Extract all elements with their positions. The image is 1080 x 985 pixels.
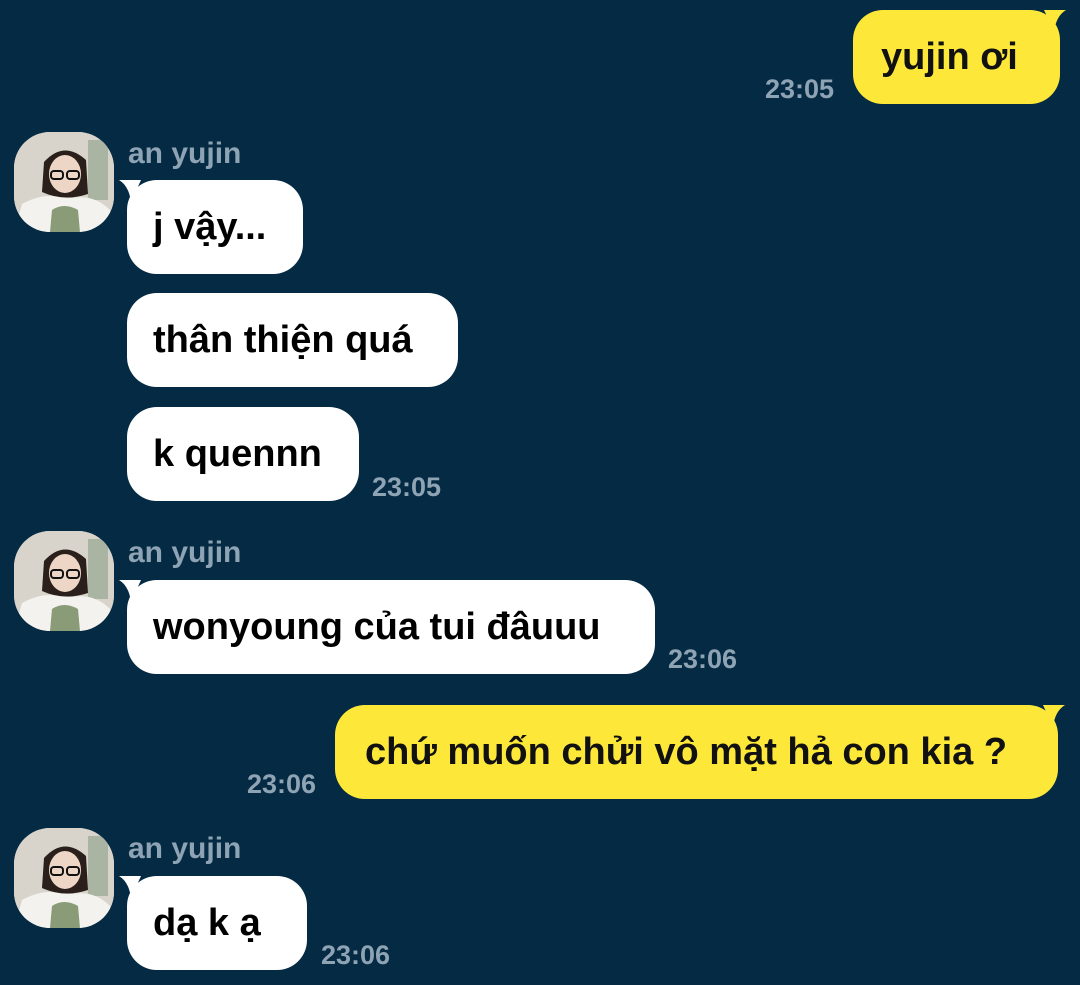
message-text: j vậy... xyxy=(153,206,267,248)
message-text: chứ muốn chửi vô mặt hả con kia ? xyxy=(365,731,1008,773)
message-text: yujin ơi xyxy=(881,36,1018,78)
profile-photo-icon xyxy=(14,531,114,631)
incoming-message-bubble[interactable]: dạ k ạ xyxy=(127,876,307,970)
avatar[interactable] xyxy=(14,531,114,631)
sender-name: an yujin xyxy=(128,536,242,569)
message-time: 23:06 xyxy=(668,644,738,674)
message-time: 23:06 xyxy=(247,769,317,799)
incoming-message-bubble[interactable]: j vậy... xyxy=(127,180,303,274)
bubble-tail-icon xyxy=(119,876,141,898)
avatar[interactable] xyxy=(14,828,114,928)
message-text: k quennn xyxy=(153,433,322,475)
profile-photo-icon xyxy=(14,132,114,232)
message-time: 23:05 xyxy=(765,74,835,104)
message-text: dạ k ạ xyxy=(153,902,261,944)
bubble-tail-icon xyxy=(119,580,141,602)
message-time: 23:05 xyxy=(372,472,442,502)
incoming-message-bubble[interactable]: thân thiện quá xyxy=(127,293,458,387)
avatar[interactable] xyxy=(14,132,114,232)
profile-photo-icon xyxy=(14,828,114,928)
incoming-message-bubble[interactable]: wonyoung của tui đâuuu xyxy=(127,580,655,674)
outgoing-message-bubble[interactable]: chứ muốn chửi vô mặt hả con kia ? xyxy=(335,705,1058,799)
incoming-message-bubble[interactable]: k quennn xyxy=(127,407,359,501)
sender-name: an yujin xyxy=(128,137,242,170)
bubble-tail-icon xyxy=(1044,10,1066,32)
bubble-tail-icon xyxy=(1043,705,1065,727)
outgoing-message-bubble[interactable]: yujin ơi xyxy=(853,10,1060,104)
sender-name: an yujin xyxy=(128,832,242,865)
bubble-tail-icon xyxy=(119,180,141,202)
message-time: 23:06 xyxy=(321,940,391,970)
message-text: wonyoung của tui đâuuu xyxy=(153,606,601,648)
message-text: thân thiện quá xyxy=(153,319,413,361)
